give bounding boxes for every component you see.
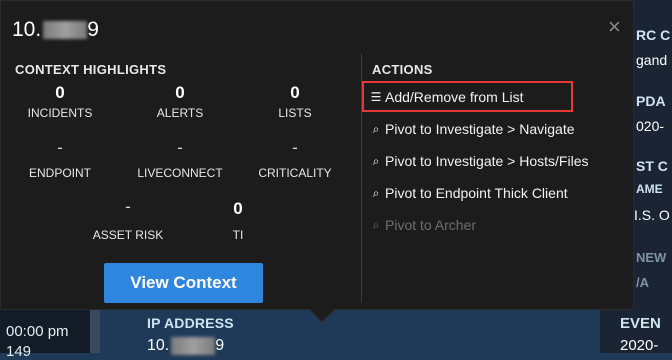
redaction-blur — [171, 337, 216, 355]
endpoint-label: ENDPOINT — [28, 166, 92, 180]
action-pivot-archer: ⌕ Pivot to Archer — [370, 217, 476, 233]
action-pivot-navigate[interactable]: ⌕ Pivot to Investigate > Navigate — [370, 121, 575, 137]
search-icon: ⌕ — [372, 121, 380, 136]
search-icon: ⌕ — [372, 217, 380, 232]
asset-risk-value: - — [125, 197, 131, 216]
action-pivot-hosts-files[interactable]: ⌕ Pivot to Investigate > Hosts/Files — [370, 153, 589, 169]
asset-risk-label: ASSET RISK — [92, 228, 164, 242]
incidents-count[interactable]: 0 — [55, 83, 64, 103]
popup-pointer — [310, 309, 334, 321]
alerts-label: ALERTS — [156, 106, 204, 120]
view-context-button[interactable]: View Context — [104, 263, 263, 303]
endpoint-value: - — [57, 138, 63, 157]
ti-count[interactable]: 0 — [233, 199, 242, 219]
criticality-value: - — [292, 138, 298, 157]
right-panel-fragment: AME — [636, 182, 663, 196]
close-icon[interactable]: × — [608, 16, 621, 38]
lists-label: LISTS — [278, 106, 312, 120]
incidents-label: INCIDENTS — [27, 106, 93, 120]
ip-address-suffix: 9 — [215, 337, 225, 355]
list-icon: ☰ — [370, 90, 382, 104]
action-label: Pivot to Investigate > Hosts/Files — [385, 153, 589, 169]
background-time-text: 00:00 pm — [6, 323, 69, 340]
ip-address-value[interactable]: 10. 9 — [147, 337, 224, 355]
right-panel-fragment: RC C — [636, 27, 671, 43]
action-label: Add/Remove from List — [385, 89, 524, 105]
right-panel-fragment: /A — [636, 275, 649, 290]
action-label: Pivot to Endpoint Thick Client — [385, 185, 568, 201]
context-highlights-title: CONTEXT HIGHLIGHTS — [15, 62, 167, 77]
search-icon: ⌕ — [372, 153, 380, 168]
event-column-value: 2020- — [620, 337, 659, 354]
right-panel-fragment: 020- — [636, 118, 665, 134]
right-panel-fragment: PDA — [636, 93, 666, 109]
lists-count[interactable]: 0 — [290, 83, 299, 103]
event-column-label: EVEN — [620, 315, 661, 332]
ip-address-prefix: 10. — [147, 337, 170, 355]
actions-title: ACTIONS — [372, 62, 433, 77]
title-ip-prefix: 10. — [12, 18, 42, 41]
action-label: Pivot to Investigate > Navigate — [385, 121, 575, 137]
search-icon: ⌕ — [372, 185, 380, 200]
liveconnect-value: - — [177, 138, 183, 157]
redaction-blur — [43, 21, 88, 39]
right-panel-fragment: NEW — [636, 250, 667, 265]
ti-label: TI — [232, 228, 244, 242]
liveconnect-label: LIVECONNECT — [137, 166, 223, 180]
right-panel-fragment: I.S. O — [634, 207, 670, 223]
background-column-separator — [90, 310, 100, 353]
criticality-label: CRITICALITY — [258, 166, 332, 180]
action-label: Pivot to Archer — [385, 217, 477, 233]
right-panel-fragment: ST C — [636, 158, 668, 174]
background-partial-text: 149 — [6, 343, 32, 360]
alerts-count[interactable]: 0 — [175, 83, 184, 103]
right-panel-fragment: gand — [636, 52, 668, 68]
context-popup: 10. 9 × CONTEXT HIGHLIGHTS 0 INCIDENTS 0 … — [0, 0, 634, 310]
ip-address-column-label: IP ADDRESS — [147, 315, 234, 331]
title-ip-suffix: 9 — [87, 18, 99, 41]
action-pivot-endpoint-thick-client[interactable]: ⌕ Pivot to Endpoint Thick Client — [370, 185, 568, 201]
popup-title: 10. 9 — [12, 18, 99, 42]
action-add-remove-list[interactable]: ☰ Add/Remove from List — [370, 89, 524, 105]
